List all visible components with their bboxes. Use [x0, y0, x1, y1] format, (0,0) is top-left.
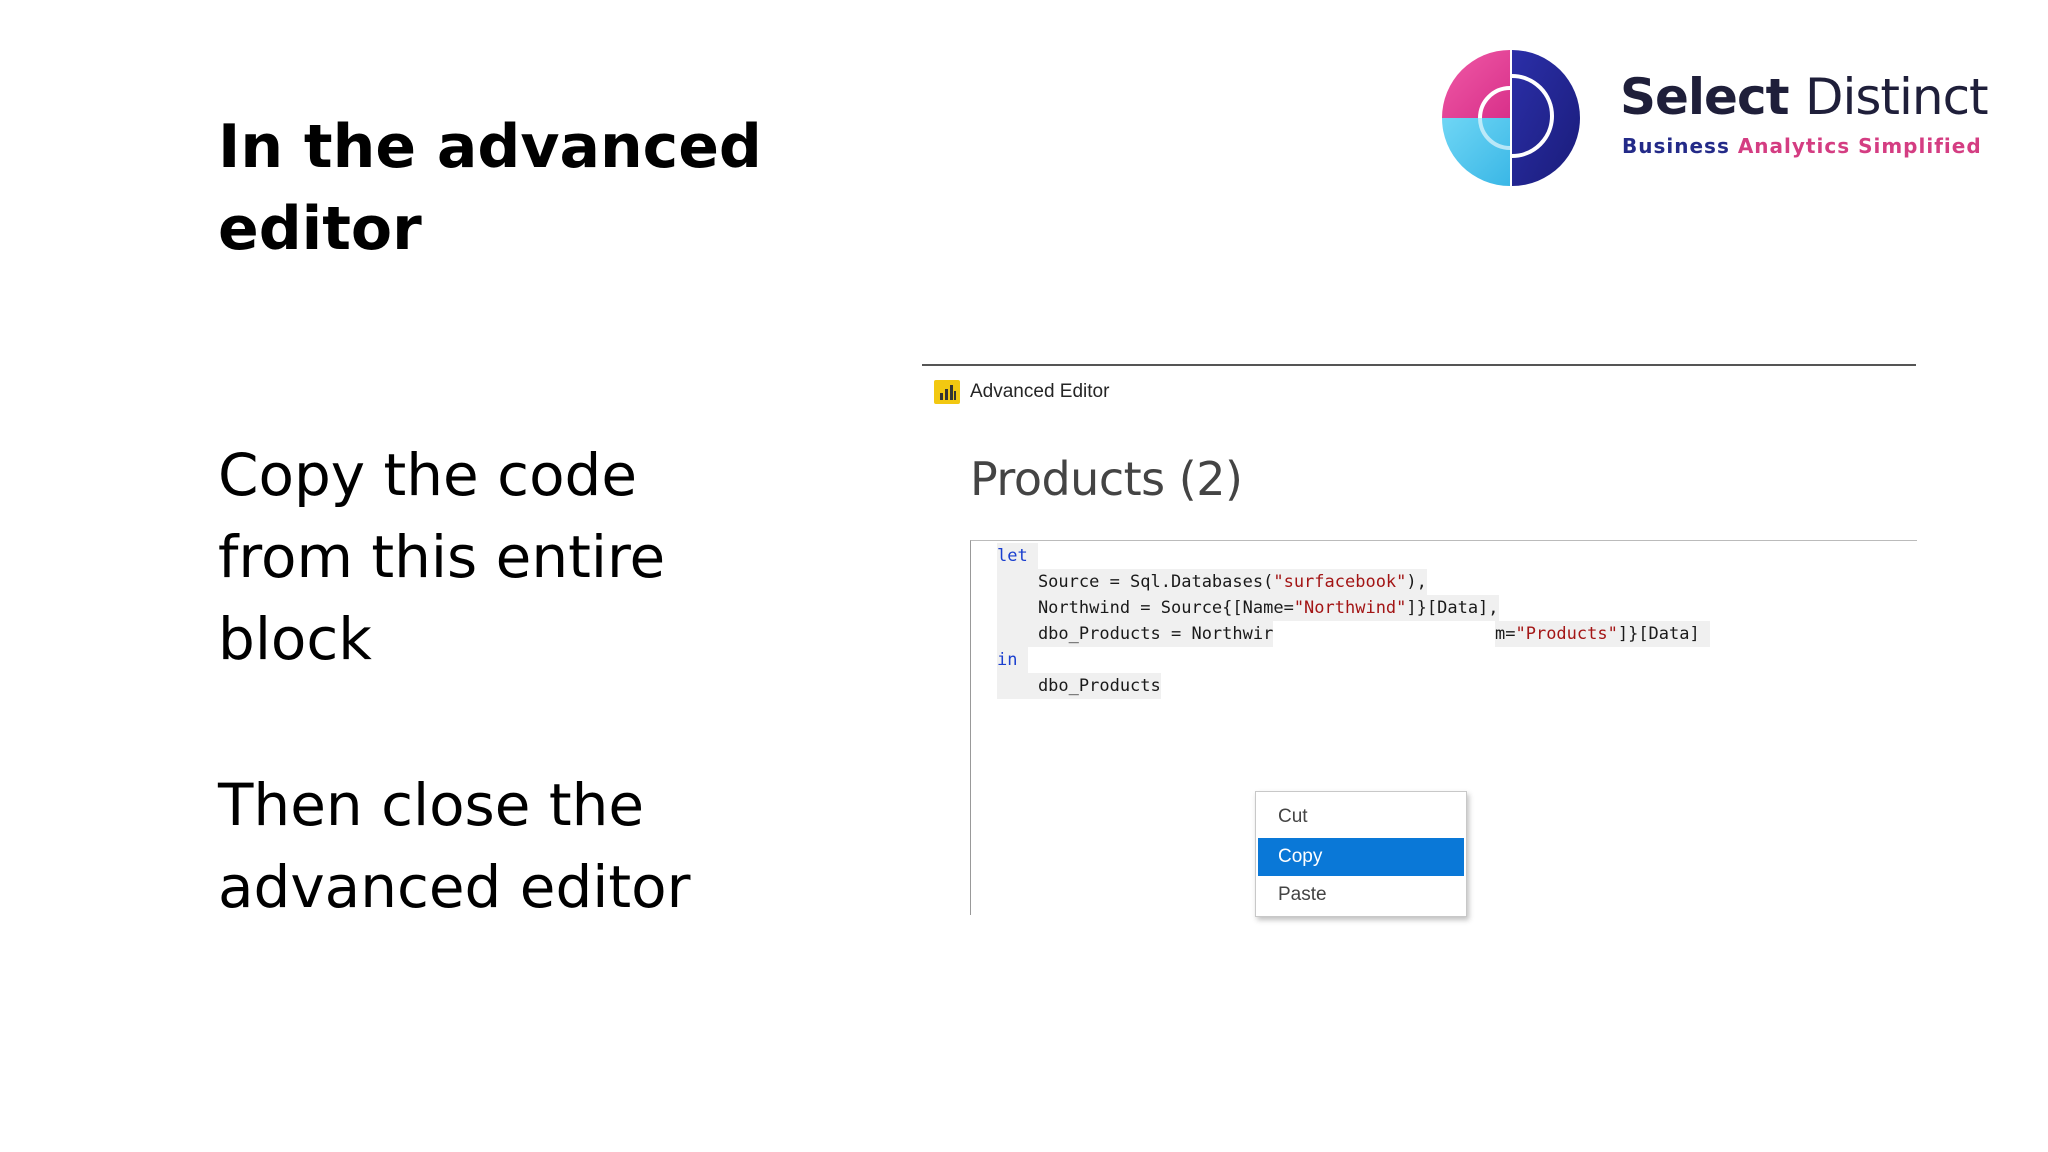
- logo-name: Select Distinct: [1620, 68, 1989, 126]
- code-text: dbo_Products: [997, 676, 1161, 696]
- code-line-products-end: m="Products"]}[Data]: [1495, 621, 1710, 647]
- keyword-let: let: [997, 546, 1028, 566]
- editor-title-bar: Advanced Editor: [934, 378, 1109, 406]
- code-string: "Northwind": [1293, 598, 1407, 618]
- code-editor[interactable]: let Source = Sql.Databases("surfacebook"…: [970, 540, 1917, 917]
- code-line-in: in: [997, 647, 1028, 673]
- code-string: "Products": [1515, 624, 1618, 644]
- power-bi-icon: [934, 380, 960, 404]
- query-name-heading: Products (2): [970, 452, 1243, 506]
- code-text: Source = Sql.Databases(: [997, 572, 1274, 592]
- code-line-source: Source = Sql.Databases("surfacebook"),: [997, 569, 1427, 595]
- code-line-let: let: [997, 543, 1038, 569]
- keyword-in: in: [997, 650, 1018, 670]
- menu-item-copy[interactable]: Copy: [1258, 838, 1464, 876]
- code-text: ]}[Data]: [1617, 624, 1700, 644]
- window-top-border: [922, 364, 1916, 366]
- code-line-products-start: dbo_Products = Northwir: [997, 621, 1274, 647]
- tagline-business: Business: [1622, 134, 1730, 158]
- code-text: dbo_Products = Northwir: [997, 624, 1274, 644]
- menu-item-paste[interactable]: Paste: [1258, 876, 1464, 914]
- code-text: m=: [1495, 624, 1516, 644]
- logo-name-select: Select: [1620, 68, 1790, 126]
- tagline-analytics: Analytics Simplified: [1737, 134, 1982, 158]
- menu-item-cut[interactable]: Cut: [1258, 798, 1464, 836]
- logo-mark-icon: [1442, 50, 1580, 186]
- code-text: ),: [1406, 572, 1427, 592]
- logo-tagline: Business Analytics Simplified: [1622, 134, 1982, 158]
- advanced-editor-window: Advanced Editor Products (2) let Source …: [922, 364, 1917, 917]
- context-menu: Cut Copy Paste: [1255, 791, 1467, 917]
- code-text: Northwind = Source{[Name=: [997, 598, 1294, 618]
- logo-name-distinct: Distinct: [1804, 68, 1989, 126]
- slide-title: In the advanced editor: [218, 112, 762, 264]
- code-text: ]}[Data],: [1406, 598, 1499, 618]
- close-instruction: Then close the advanced editor: [218, 771, 691, 921]
- select-distinct-logo: Select Distinct Business Analytics Simpl…: [1440, 48, 2000, 188]
- code-line-northwind: Northwind = Source{[Name="Northwind"]}[D…: [997, 595, 1499, 621]
- editor-window-title: Advanced Editor: [970, 381, 1110, 402]
- code-line-result: dbo_Products: [997, 673, 1161, 699]
- code-string: "surfacebook": [1273, 572, 1407, 592]
- copy-instruction: Copy the code from this entire block: [218, 441, 666, 673]
